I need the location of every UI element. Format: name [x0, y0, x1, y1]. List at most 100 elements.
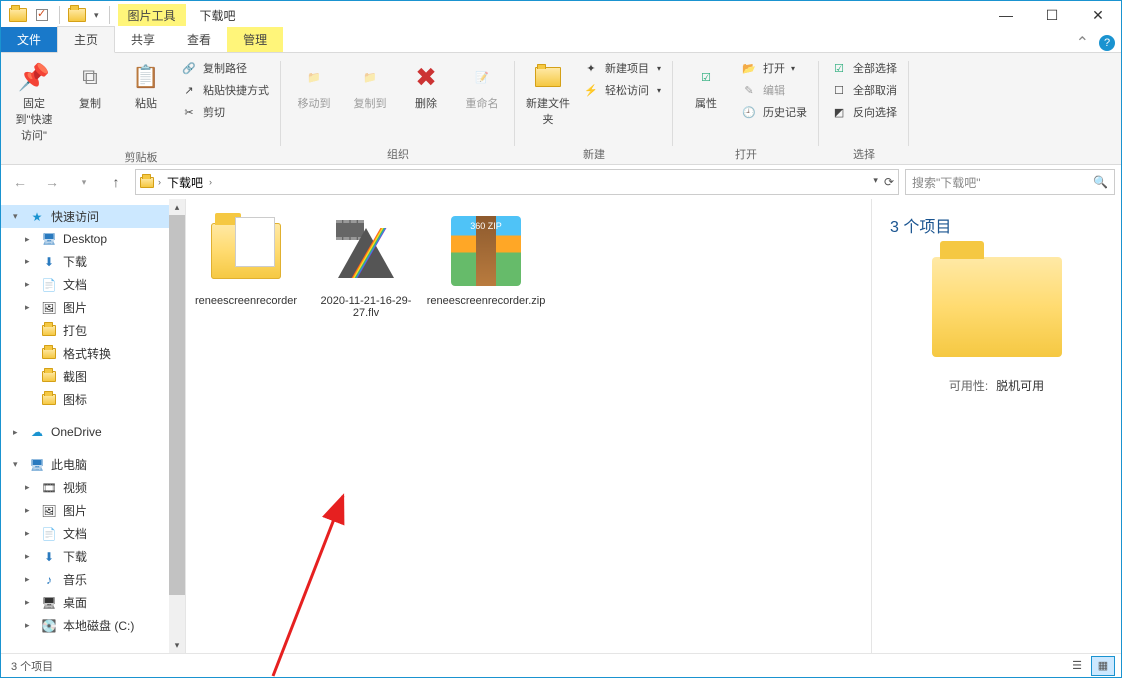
tree-quick-access[interactable]: ▾★快速访问: [1, 205, 185, 228]
delete-icon: ✖: [410, 61, 442, 93]
tree-this-pc[interactable]: ▾🖥此电脑: [1, 453, 185, 476]
rename-button[interactable]: 📝重命名: [457, 57, 507, 115]
select-none-button[interactable]: ☐全部取消: [827, 81, 901, 99]
address-bar[interactable]: › 下载吧 › ▾ ⟳: [135, 169, 899, 195]
tree-music[interactable]: ▸♪音乐: [1, 568, 185, 591]
tree-dabao[interactable]: 打包: [1, 319, 185, 342]
scroll-up-icon[interactable]: ▴: [169, 199, 185, 215]
folder-icon: [41, 392, 57, 408]
up-button[interactable]: ↑: [103, 169, 129, 195]
help-icon[interactable]: ?: [1099, 35, 1115, 51]
search-input[interactable]: 搜索"下载吧" 🔍: [905, 169, 1115, 195]
select-group-label: 选择: [827, 144, 901, 162]
easy-access-button[interactable]: ⚡轻松访问▾: [579, 81, 665, 99]
collapse-ribbon-icon[interactable]: ⌃: [1076, 33, 1089, 53]
file-item-folder[interactable]: reneescreenrecorder: [196, 211, 296, 307]
chevron-right-icon[interactable]: ›: [158, 177, 161, 187]
moveto-icon: 📁: [298, 61, 330, 93]
move-to-button[interactable]: 📁移动到: [289, 57, 339, 115]
cloud-icon: ☁: [29, 424, 45, 440]
pc-icon: 🖥: [29, 457, 45, 473]
cut-button[interactable]: ✂剪切: [177, 103, 273, 121]
copy-path-button[interactable]: 🔗复制路径: [177, 59, 273, 77]
tree-screenshot[interactable]: 截图: [1, 365, 185, 388]
address-dropdown-icon[interactable]: ▾: [873, 175, 878, 189]
navigation-tree[interactable]: ▾★快速访问 ▸🖥Desktop ▸⬇下载 ▸📄文档 ▸🖼图片 打包 格式转换 …: [1, 199, 186, 653]
edit-button[interactable]: ✎编辑: [737, 81, 811, 99]
tree-pictures-2[interactable]: ▸🖼图片: [1, 499, 185, 522]
music-icon: ♪: [41, 572, 57, 588]
copy-button[interactable]: ⧉ 复制: [65, 57, 115, 115]
qat-dropdown-icon[interactable]: ▾: [90, 10, 103, 21]
desktop-icon: 🖥: [41, 231, 57, 247]
scrollbar-thumb[interactable]: [169, 215, 185, 595]
properties-button[interactable]: ☑属性: [681, 57, 731, 115]
new-group-label: 新建: [523, 144, 665, 162]
tree-icons[interactable]: 图标: [1, 388, 185, 411]
select-all-icon: ☑: [831, 60, 847, 76]
details-pane: 3 个项目 可用性:脱机可用: [871, 199, 1121, 653]
zip-icon: 360 ZIP: [446, 211, 526, 291]
search-placeholder: 搜索"下载吧": [912, 174, 981, 191]
tree-local-disk[interactable]: ▸💽本地磁盘 (C:): [1, 614, 185, 637]
close-button[interactable]: ✕: [1075, 1, 1121, 29]
folder-icon[interactable]: [66, 4, 88, 26]
file-name: reneescreenrecorder: [195, 295, 297, 307]
folder-icon: [140, 177, 154, 188]
copy-icon: ⧉: [74, 61, 106, 93]
new-folder-icon: [532, 61, 564, 93]
tree-pictures[interactable]: ▸🖼图片: [1, 296, 185, 319]
copy-to-button[interactable]: 📁复制到: [345, 57, 395, 115]
paste-button[interactable]: 📋 粘贴: [121, 57, 171, 115]
tree-documents[interactable]: ▸📄文档: [1, 273, 185, 296]
maximize-button[interactable]: ☐: [1029, 1, 1075, 29]
select-all-button[interactable]: ☑全部选择: [827, 59, 901, 77]
view-details-button[interactable]: ☰: [1065, 656, 1089, 676]
forward-button[interactable]: →: [39, 169, 65, 195]
tab-manage[interactable]: 管理: [227, 27, 283, 52]
tab-share[interactable]: 共享: [115, 27, 171, 52]
new-item-button[interactable]: ✦新建项目▾: [579, 59, 665, 77]
tree-desktop-2[interactable]: ▸🖥桌面: [1, 591, 185, 614]
refresh-icon[interactable]: ⟳: [884, 175, 894, 189]
tab-home[interactable]: 主页: [57, 26, 115, 53]
recent-locations-button[interactable]: ▾: [71, 169, 97, 195]
history-button[interactable]: 🕘历史记录: [737, 103, 811, 121]
folder-icon[interactable]: [7, 4, 29, 26]
new-folder-button[interactable]: 新建文件夹: [523, 57, 573, 131]
tree-videos[interactable]: ▸🎞视频: [1, 476, 185, 499]
paste-shortcut-button[interactable]: ↗粘贴快捷方式: [177, 81, 273, 99]
separator: [109, 6, 110, 24]
file-name: 2020-11-21-16-29-27.flv: [316, 295, 416, 319]
properties-qat-icon[interactable]: [31, 4, 53, 26]
folder-icon: [206, 211, 286, 291]
chevron-right-icon[interactable]: ›: [209, 177, 212, 187]
file-item-zip[interactable]: 360 ZIP reneescreenrecorder.zip: [436, 211, 536, 307]
tree-onedrive[interactable]: ▸☁OneDrive: [1, 421, 185, 443]
tree-documents-2[interactable]: ▸📄文档: [1, 522, 185, 545]
back-button[interactable]: ←: [7, 169, 33, 195]
file-item-flv[interactable]: 2020-11-21-16-29-27.flv: [316, 211, 416, 319]
desktop-icon: 🖥: [41, 595, 57, 611]
tab-view[interactable]: 查看: [171, 27, 227, 52]
tree-downloads[interactable]: ▸⬇下载: [1, 250, 185, 273]
tree-downloads-2[interactable]: ▸⬇下载: [1, 545, 185, 568]
minimize-button[interactable]: —: [983, 1, 1029, 29]
tree-format-convert[interactable]: 格式转换: [1, 342, 185, 365]
tab-file[interactable]: 文件: [1, 27, 57, 52]
invert-selection-button[interactable]: ◩反向选择: [827, 103, 901, 121]
breadcrumb-segment[interactable]: 下载吧: [165, 174, 205, 191]
pin-to-quick-access-button[interactable]: 📌 固定到"快速访问": [9, 57, 59, 147]
invert-icon: ◩: [831, 104, 847, 120]
picture-icon: 🖼: [41, 300, 57, 316]
search-icon[interactable]: 🔍: [1093, 175, 1108, 189]
tree-desktop[interactable]: ▸🖥Desktop: [1, 228, 185, 250]
ribbon-tabs: 文件 主页 共享 查看 管理 ⌃ ?: [1, 29, 1121, 53]
open-button[interactable]: 📂打开▾: [737, 59, 811, 77]
organize-group-label: 组织: [289, 144, 507, 162]
scroll-down-icon[interactable]: ▾: [169, 637, 185, 653]
file-list[interactable]: reneescreenrecorder 2020-11-21-16-29-27.…: [186, 199, 871, 653]
delete-button[interactable]: ✖删除: [401, 57, 451, 115]
document-icon: 📄: [41, 526, 57, 542]
view-large-icons-button[interactable]: ▦: [1091, 656, 1115, 676]
